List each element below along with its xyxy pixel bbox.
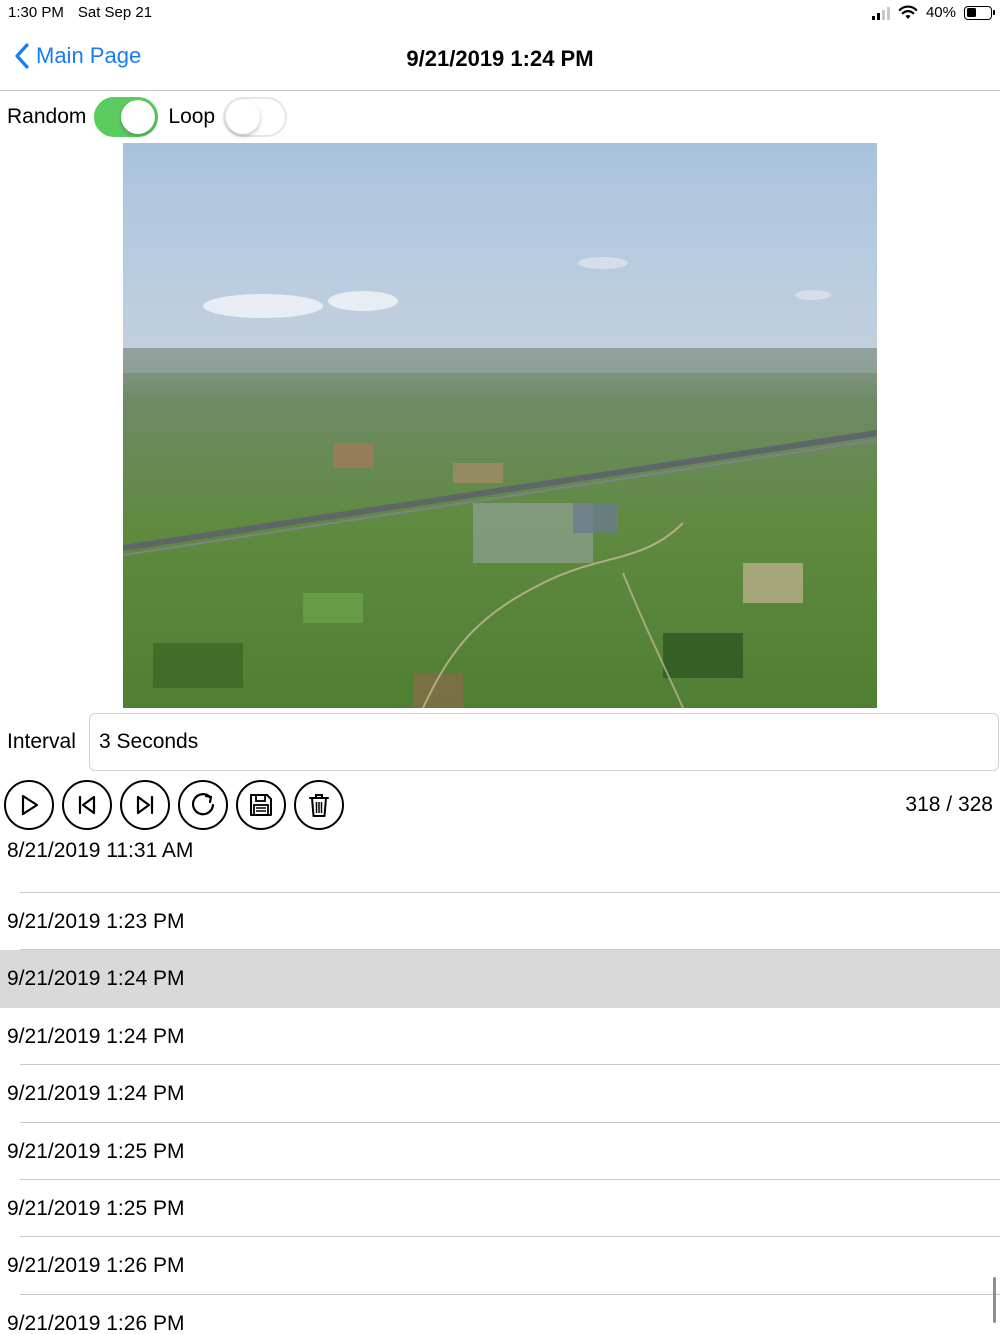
- list-item-label: 9/21/2019 1:24 PM: [7, 1024, 185, 1048]
- list-item[interactable]: 9/21/2019 1:25 PM: [0, 1123, 1000, 1181]
- toggle-row: Random Loop: [7, 96, 297, 138]
- scroll-indicator[interactable]: [993, 1277, 996, 1323]
- battery-percent: 40%: [925, 4, 956, 21]
- random-switch[interactable]: [94, 97, 159, 137]
- cellular-signal-icon: [871, 6, 890, 20]
- loop-switch[interactable]: [223, 97, 288, 137]
- list-item[interactable]: 9/21/2019 1:24 PM: [0, 1008, 1000, 1066]
- skip-forward-icon: [136, 795, 154, 815]
- status-date: Sat Sep 21: [77, 4, 153, 21]
- random-label: Random: [7, 105, 87, 128]
- list-item[interactable]: 9/21/2019 1:23 PM: [0, 893, 1000, 951]
- status-time: 1:30 PM: [8, 4, 64, 21]
- list-item[interactable]: 9/21/2019 1:24 PM: [0, 950, 1000, 1008]
- list-item-label: 9/21/2019 1:24 PM: [7, 967, 185, 991]
- trash-icon: [309, 794, 329, 817]
- list-item-label: 9/21/2019 1:25 PM: [7, 1139, 185, 1163]
- list-item[interactable]: 9/21/2019 1:26 PM: [0, 1295, 1000, 1334]
- photo-viewer-screen: 1:30 PM Sat Sep 21 40% Main Page 9/21/20…: [0, 0, 1000, 1334]
- list-item[interactable]: 9/21/2019 1:25 PM: [0, 1180, 1000, 1238]
- list-item-label: 9/21/2019 1:25 PM: [7, 1196, 185, 1220]
- photo-counter: 318 / 328: [905, 793, 993, 816]
- list-item-label: 9/21/2019 1:26 PM: [7, 1311, 185, 1334]
- play-icon: [21, 794, 39, 816]
- list-item-label: 9/21/2019 1:26 PM: [7, 1254, 185, 1278]
- refresh-icon: [191, 793, 215, 816]
- interval-label: Interval: [7, 730, 76, 753]
- list-item[interactable]: 9/21/2019 1:26 PM: [0, 1237, 1000, 1296]
- interval-input[interactable]: 3 Seconds: [89, 713, 999, 771]
- loop-label: Loop: [168, 105, 216, 128]
- list-item[interactable]: 9/21/2019 1:24 PM: [0, 1065, 1000, 1123]
- status-bar: 1:30 PM Sat Sep 21 40%: [0, 0, 1000, 28]
- photo-list: 8/21/2019 11:31 AM 9/21/2019 1:23 PM 9/2…: [0, 822, 1000, 1334]
- wifi-icon: [898, 5, 918, 19]
- list-item[interactable]: 8/21/2019 11:31 AM: [0, 822, 1000, 893]
- save-icon: [250, 794, 272, 816]
- navigation-bar: Main Page 9/21/2019 1:24 PM: [0, 28, 1000, 91]
- page-title: 9/21/2019 1:24 PM: [406, 46, 594, 71]
- battery-icon: [964, 5, 995, 20]
- slideshow-photo: [123, 143, 877, 708]
- list-item-label: 8/21/2019 11:31 AM: [7, 839, 194, 862]
- skip-back-icon: [78, 795, 96, 815]
- list-item-label: 9/21/2019 1:24 PM: [7, 1082, 185, 1106]
- list-item-label: 9/21/2019 1:23 PM: [7, 910, 185, 933]
